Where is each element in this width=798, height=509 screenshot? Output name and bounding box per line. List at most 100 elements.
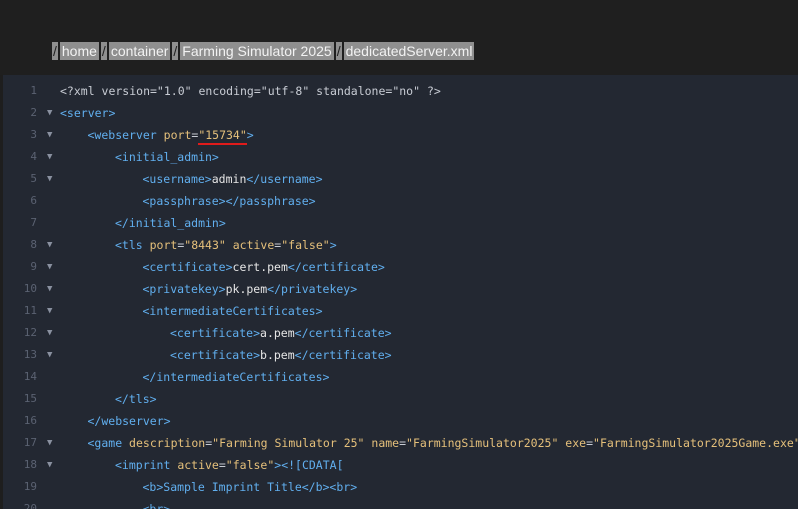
code-text[interactable]: <game description = "Farming Simulator 25"…	[88, 432, 798, 454]
code-token: pk.pem	[225, 282, 268, 296]
breadcrumb-separator: /	[172, 42, 179, 60]
line-number: 13	[23, 348, 37, 361]
code-token: ><![CDATA[	[274, 458, 344, 472]
chevron-down-icon[interactable]: ▼	[47, 278, 52, 300]
breadcrumb-separator: /	[335, 42, 342, 60]
breadcrumb-item[interactable]: container	[108, 42, 171, 60]
code-text[interactable]: <br>	[143, 498, 171, 509]
code-token: =	[218, 458, 226, 472]
code-line: 15 </tls>	[3, 388, 798, 410]
code-line: 4 ▼ <initial_admin>	[3, 146, 798, 168]
code-token: <br>	[142, 502, 171, 509]
code-token: a.pem	[260, 326, 295, 340]
code-line: 12 ▼ <certificate>a.pem</certificate>	[3, 322, 798, 344]
code-token: <certificate>	[170, 348, 261, 362]
code-text[interactable]: <intermediateCertificates>	[143, 300, 323, 322]
code-token: <certificate>	[142, 260, 233, 274]
line-number: 17	[23, 436, 37, 449]
code-token: >	[246, 128, 254, 142]
code-text[interactable]: </intermediateCertificates>	[143, 366, 330, 388]
chevron-down-icon[interactable]: ▼	[47, 432, 52, 454]
code-token: "8443"	[184, 238, 226, 252]
chevron-down-icon[interactable]: ▼	[47, 168, 52, 190]
chevron-down-icon[interactable]: ▼	[47, 300, 52, 322]
code-text[interactable]: </webserver>	[88, 410, 171, 432]
code-token: <server>	[60, 106, 116, 120]
code-text[interactable]: <?xml version="1.0" encoding="utf-8" sta…	[60, 80, 441, 102]
chevron-down-icon[interactable]: ▼	[47, 102, 52, 124]
code-line: 5 ▼ <username>admin</username>	[3, 168, 798, 190]
code-text[interactable]: <tls port="8443" active="false">	[115, 234, 337, 256]
chevron-down-icon[interactable]: ▼	[47, 322, 52, 344]
chevron-down-icon[interactable]: ▼	[47, 234, 52, 256]
breadcrumb-item[interactable]: home	[59, 42, 99, 60]
breadcrumb-separator: /	[100, 42, 107, 60]
code-token: </privatekey>	[267, 282, 358, 296]
code-text[interactable]: <certificate>a.pem</certificate>	[170, 322, 392, 344]
code-token: =	[399, 436, 407, 450]
code-token: <intermediateCertificates>	[142, 304, 323, 318]
code-line: 2 ▼ <server>	[3, 102, 798, 124]
code-token: active	[177, 458, 219, 472]
code-token: </webserver>	[87, 414, 171, 428]
code-line: 16 </webserver>	[3, 410, 798, 432]
line-number: 2	[30, 106, 37, 119]
line-number: 8	[30, 238, 37, 251]
chevron-down-icon[interactable]: ▼	[47, 146, 52, 168]
chevron-down-icon[interactable]: ▼	[47, 344, 52, 366]
line-number: 1	[30, 84, 37, 97]
code-token: </intermediateCertificates>	[142, 370, 330, 384]
code-text[interactable]: <username>admin</username>	[143, 168, 323, 190]
breadcrumb-item[interactable]: dedicatedServer.xml	[343, 42, 475, 60]
code-token: <webserver	[87, 128, 164, 142]
code-line: 9 ▼ <certificate>cert.pem</certificate>	[3, 256, 798, 278]
code-token: <initial_admin>	[115, 150, 219, 164]
code-text[interactable]: <imprint active="false"><![CDATA[	[115, 454, 344, 476]
code-line: 3 ▼ <webserver port="15734">	[3, 124, 798, 146]
code-token: "false"	[225, 458, 275, 472]
code-token: description	[129, 436, 206, 450]
chevron-down-icon[interactable]: ▼	[47, 454, 52, 476]
code-text[interactable]: <server>	[60, 102, 115, 124]
line-number: 14	[23, 370, 37, 383]
code-token: <certificate>	[170, 326, 261, 340]
code-token: <tls	[115, 238, 150, 252]
code-token: <b>Sample Imprint Title</b><br>	[142, 480, 358, 494]
code-token: </certificate>	[287, 260, 385, 274]
code-line: 7 </initial_admin>	[3, 212, 798, 234]
breadcrumb-item[interactable]: Farming Simulator 2025	[180, 42, 334, 60]
code-line: 17 ▼ <game description = "Farming Simulator …	[3, 432, 798, 454]
code-line: 19 <b>Sample Imprint Title</b><br>	[3, 476, 798, 498]
breadcrumb: / home / container / Farming Simulator 2025/d…	[50, 41, 475, 61]
code-text[interactable]: </initial_admin>	[115, 212, 226, 234]
code-line: 6 <passphrase></passphrase>	[3, 190, 798, 212]
line-number: 18	[23, 458, 37, 471]
code-token: <?xml version="1.0" encoding="utf-8" sta…	[60, 84, 441, 98]
line-number: 15	[23, 392, 37, 405]
code-text[interactable]: <privatekey>pk.pem</privatekey>	[143, 278, 358, 300]
code-text[interactable]: <initial_admin>	[115, 146, 219, 168]
line-number: 3	[30, 128, 37, 141]
code-token: port	[149, 238, 178, 252]
code-token: <privatekey>	[142, 282, 226, 296]
code-text[interactable]: </tls>	[115, 388, 157, 410]
code-token: </username>	[246, 172, 323, 186]
code-text[interactable]: <certificate>b.pem</certificate>	[170, 344, 392, 366]
code-text[interactable]: <b>Sample Imprint Title</b><br>	[143, 476, 358, 498]
code-token: <username>	[142, 172, 212, 186]
code-line: 20 <br>	[3, 498, 798, 509]
port-underline	[198, 143, 247, 145]
code-token: <game	[87, 436, 130, 450]
code-token: exe	[558, 436, 587, 450]
code-token: admin	[211, 172, 247, 186]
code-text[interactable]: <passphrase></passphrase>	[143, 190, 316, 212]
code-token: active	[225, 238, 275, 252]
chevron-down-icon[interactable]: ▼	[47, 256, 52, 278]
line-number: 19	[23, 480, 37, 493]
code-token: </initial_admin>	[115, 216, 226, 230]
code-editor[interactable]: 1 <?xml version="1.0" encoding="utf-8" st…	[3, 75, 798, 509]
chevron-down-icon[interactable]: ▼	[47, 124, 52, 146]
path-bar: / home / container / Farming Simulator 2025/d…	[0, 0, 798, 75]
code-token: port	[163, 128, 192, 142]
code-text[interactable]: <certificate>cert.pem</certificate>	[143, 256, 385, 278]
